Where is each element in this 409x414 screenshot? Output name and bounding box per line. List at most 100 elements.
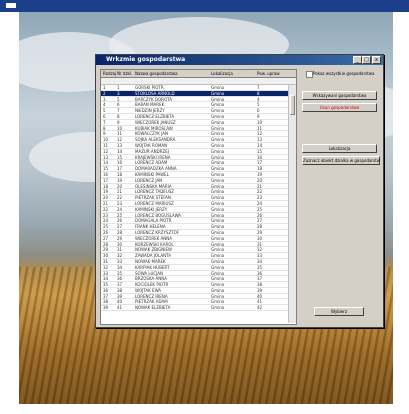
scrollbar-thumb[interactable] bbox=[290, 95, 295, 115]
table-cell: Gmina bbox=[211, 85, 225, 90]
table-cell: Gmina bbox=[211, 166, 225, 172]
table-cell: 25 bbox=[257, 206, 263, 212]
table-cell: Gmina bbox=[211, 224, 225, 230]
table-cell: 12 bbox=[103, 148, 109, 154]
table-cell: 35 bbox=[103, 282, 109, 288]
table-cell: KORZEWSKI KAROL bbox=[135, 241, 174, 247]
table-cell: 6 bbox=[117, 102, 120, 108]
show-farms-button[interactable]: Wskazywani gospodarstwa bbox=[302, 91, 377, 100]
table-cell: 17 bbox=[257, 160, 263, 166]
table-cell: Gmina bbox=[211, 90, 225, 96]
table-cell: 14 bbox=[257, 142, 263, 148]
table-cell: 37 bbox=[257, 276, 263, 282]
table-cell: 10 bbox=[257, 119, 263, 125]
table-cell: Gmina bbox=[211, 270, 225, 276]
table-cell: 7 bbox=[117, 108, 120, 114]
mark-parcel-button[interactable]: Zaznacz obiekt dzialka w gospodarstwie bbox=[302, 156, 380, 165]
table-cell: 24 bbox=[257, 200, 263, 206]
table-cell: KOCIOLEK PIOTR bbox=[135, 282, 169, 288]
table-cell: LORENCZ JAN bbox=[135, 177, 163, 183]
table-cell: DOMARADZKA ANNA bbox=[135, 166, 177, 172]
table-cell: 31 bbox=[103, 258, 109, 264]
table-row[interactable]: 39 41 NOWAK ELZBIETA Gmina 42 bbox=[101, 305, 288, 312]
table-cell: Gmina bbox=[211, 96, 225, 102]
desktop-title-strip bbox=[0, 0, 409, 12]
table-cell: 20 bbox=[257, 177, 263, 183]
table-cell: 11 bbox=[257, 125, 263, 131]
table-cell: 32 bbox=[257, 247, 263, 253]
minimize-button[interactable]: _ bbox=[353, 56, 362, 64]
table-cell: 38 bbox=[117, 287, 123, 293]
location-button[interactable]: Lokalizacja bbox=[302, 144, 377, 153]
column-header[interactable]: Nazwa gospodarstwa bbox=[135, 70, 207, 77]
table-cell: Gmina bbox=[211, 241, 225, 247]
table-cell: 26 bbox=[117, 218, 123, 224]
table-cell: 24 bbox=[103, 218, 109, 224]
table-cell: 5 bbox=[103, 108, 106, 114]
table-cell: MAZUR ANDRZEJ bbox=[135, 148, 169, 154]
table-cell: 37 bbox=[117, 282, 123, 288]
table-cell: 29 bbox=[257, 229, 263, 235]
delete-farm-button[interactable]: Usun gospodarstwo bbox=[302, 103, 377, 112]
table-cell: 13 bbox=[257, 137, 263, 143]
table-cell: Gmina bbox=[211, 235, 225, 241]
table-cell: Gmina bbox=[211, 154, 225, 160]
table-cell: 27 bbox=[103, 235, 109, 241]
table-cell: 13 bbox=[103, 154, 109, 160]
table-cell: 38 bbox=[257, 282, 263, 288]
table-cell: KOWALCZYK JAN bbox=[135, 131, 168, 137]
table-cell: Gmina bbox=[211, 247, 225, 253]
table-cell: Gmina bbox=[211, 108, 225, 114]
table-cell: 8 bbox=[103, 125, 106, 131]
table-cell: 28 bbox=[117, 229, 123, 235]
table-cell: 24 bbox=[117, 206, 123, 212]
screen: Wrkzmie gospodarstwa _ □ x Rodzaj Nr dzk… bbox=[0, 0, 409, 414]
table-cell: 35 bbox=[117, 270, 123, 276]
table-cell: 33 bbox=[103, 270, 109, 276]
dialog-title: Wrkzmie gospodarstwa bbox=[106, 56, 186, 63]
table-cell: Gmina bbox=[211, 160, 225, 166]
select-button[interactable]: Wybierz bbox=[314, 307, 364, 316]
table-cell: 12 bbox=[257, 131, 263, 137]
column-header[interactable]: Rodzaj bbox=[103, 70, 116, 77]
table-cell: 18 bbox=[117, 171, 123, 177]
table-cell: 42 bbox=[257, 305, 263, 311]
maximize-button[interactable]: □ bbox=[362, 56, 371, 64]
table-cell: 8 bbox=[257, 90, 260, 96]
table-cell: Gmina bbox=[211, 177, 225, 183]
table-cell: 41 bbox=[117, 305, 123, 311]
table-cell: 19 bbox=[257, 171, 263, 177]
table-cell: 10 bbox=[117, 125, 123, 131]
table-cell: 22 bbox=[257, 189, 263, 195]
table-cell: Gmina bbox=[211, 282, 225, 288]
table-cell: Gmina bbox=[211, 276, 225, 282]
table-cell: 5 bbox=[257, 102, 260, 108]
column-header[interactable]: Nr dzkl. bbox=[117, 70, 133, 77]
table-cell: 32 bbox=[103, 264, 109, 270]
table-cell: Gmina bbox=[211, 258, 225, 264]
table-cell: 4 bbox=[257, 96, 260, 102]
table-cell: 20 bbox=[103, 195, 109, 201]
table-cell: 40 bbox=[117, 299, 123, 305]
table-cell: 36 bbox=[257, 270, 263, 276]
table-cell: 34 bbox=[117, 264, 123, 270]
table-cell: 9 bbox=[103, 131, 106, 137]
table-cell: PIETRZAK STEFAN bbox=[135, 195, 171, 201]
table-cell: NOWAK ZBIGNIEW bbox=[135, 247, 172, 253]
table-filter-row[interactable] bbox=[101, 78, 296, 85]
table-cell: LORENCZ ADAM bbox=[135, 160, 168, 166]
column-header[interactable]: Lokalizacja bbox=[211, 70, 253, 77]
table-cell: 21 bbox=[103, 200, 109, 206]
action-panel: Pokaz wszystkie gospodarstwa Wskazywani … bbox=[300, 69, 380, 323]
show-all-checkbox[interactable] bbox=[306, 71, 313, 78]
column-header[interactable]: Pow. upraw bbox=[257, 70, 285, 77]
close-button[interactable]: x bbox=[372, 56, 381, 64]
table-cell: BARCZYK DOROTA bbox=[135, 96, 172, 102]
table-cell: 41 bbox=[257, 299, 263, 305]
vertical-scrollbar[interactable] bbox=[288, 85, 296, 323]
table-cell: Gmina bbox=[211, 183, 225, 189]
table-cell: 39 bbox=[103, 305, 109, 311]
dialog-titlebar[interactable]: Wrkzmie gospodarstwa _ □ x bbox=[96, 55, 383, 65]
table-cell: Gmina bbox=[211, 212, 225, 218]
table-cell: FRANK HELENA bbox=[135, 224, 166, 230]
